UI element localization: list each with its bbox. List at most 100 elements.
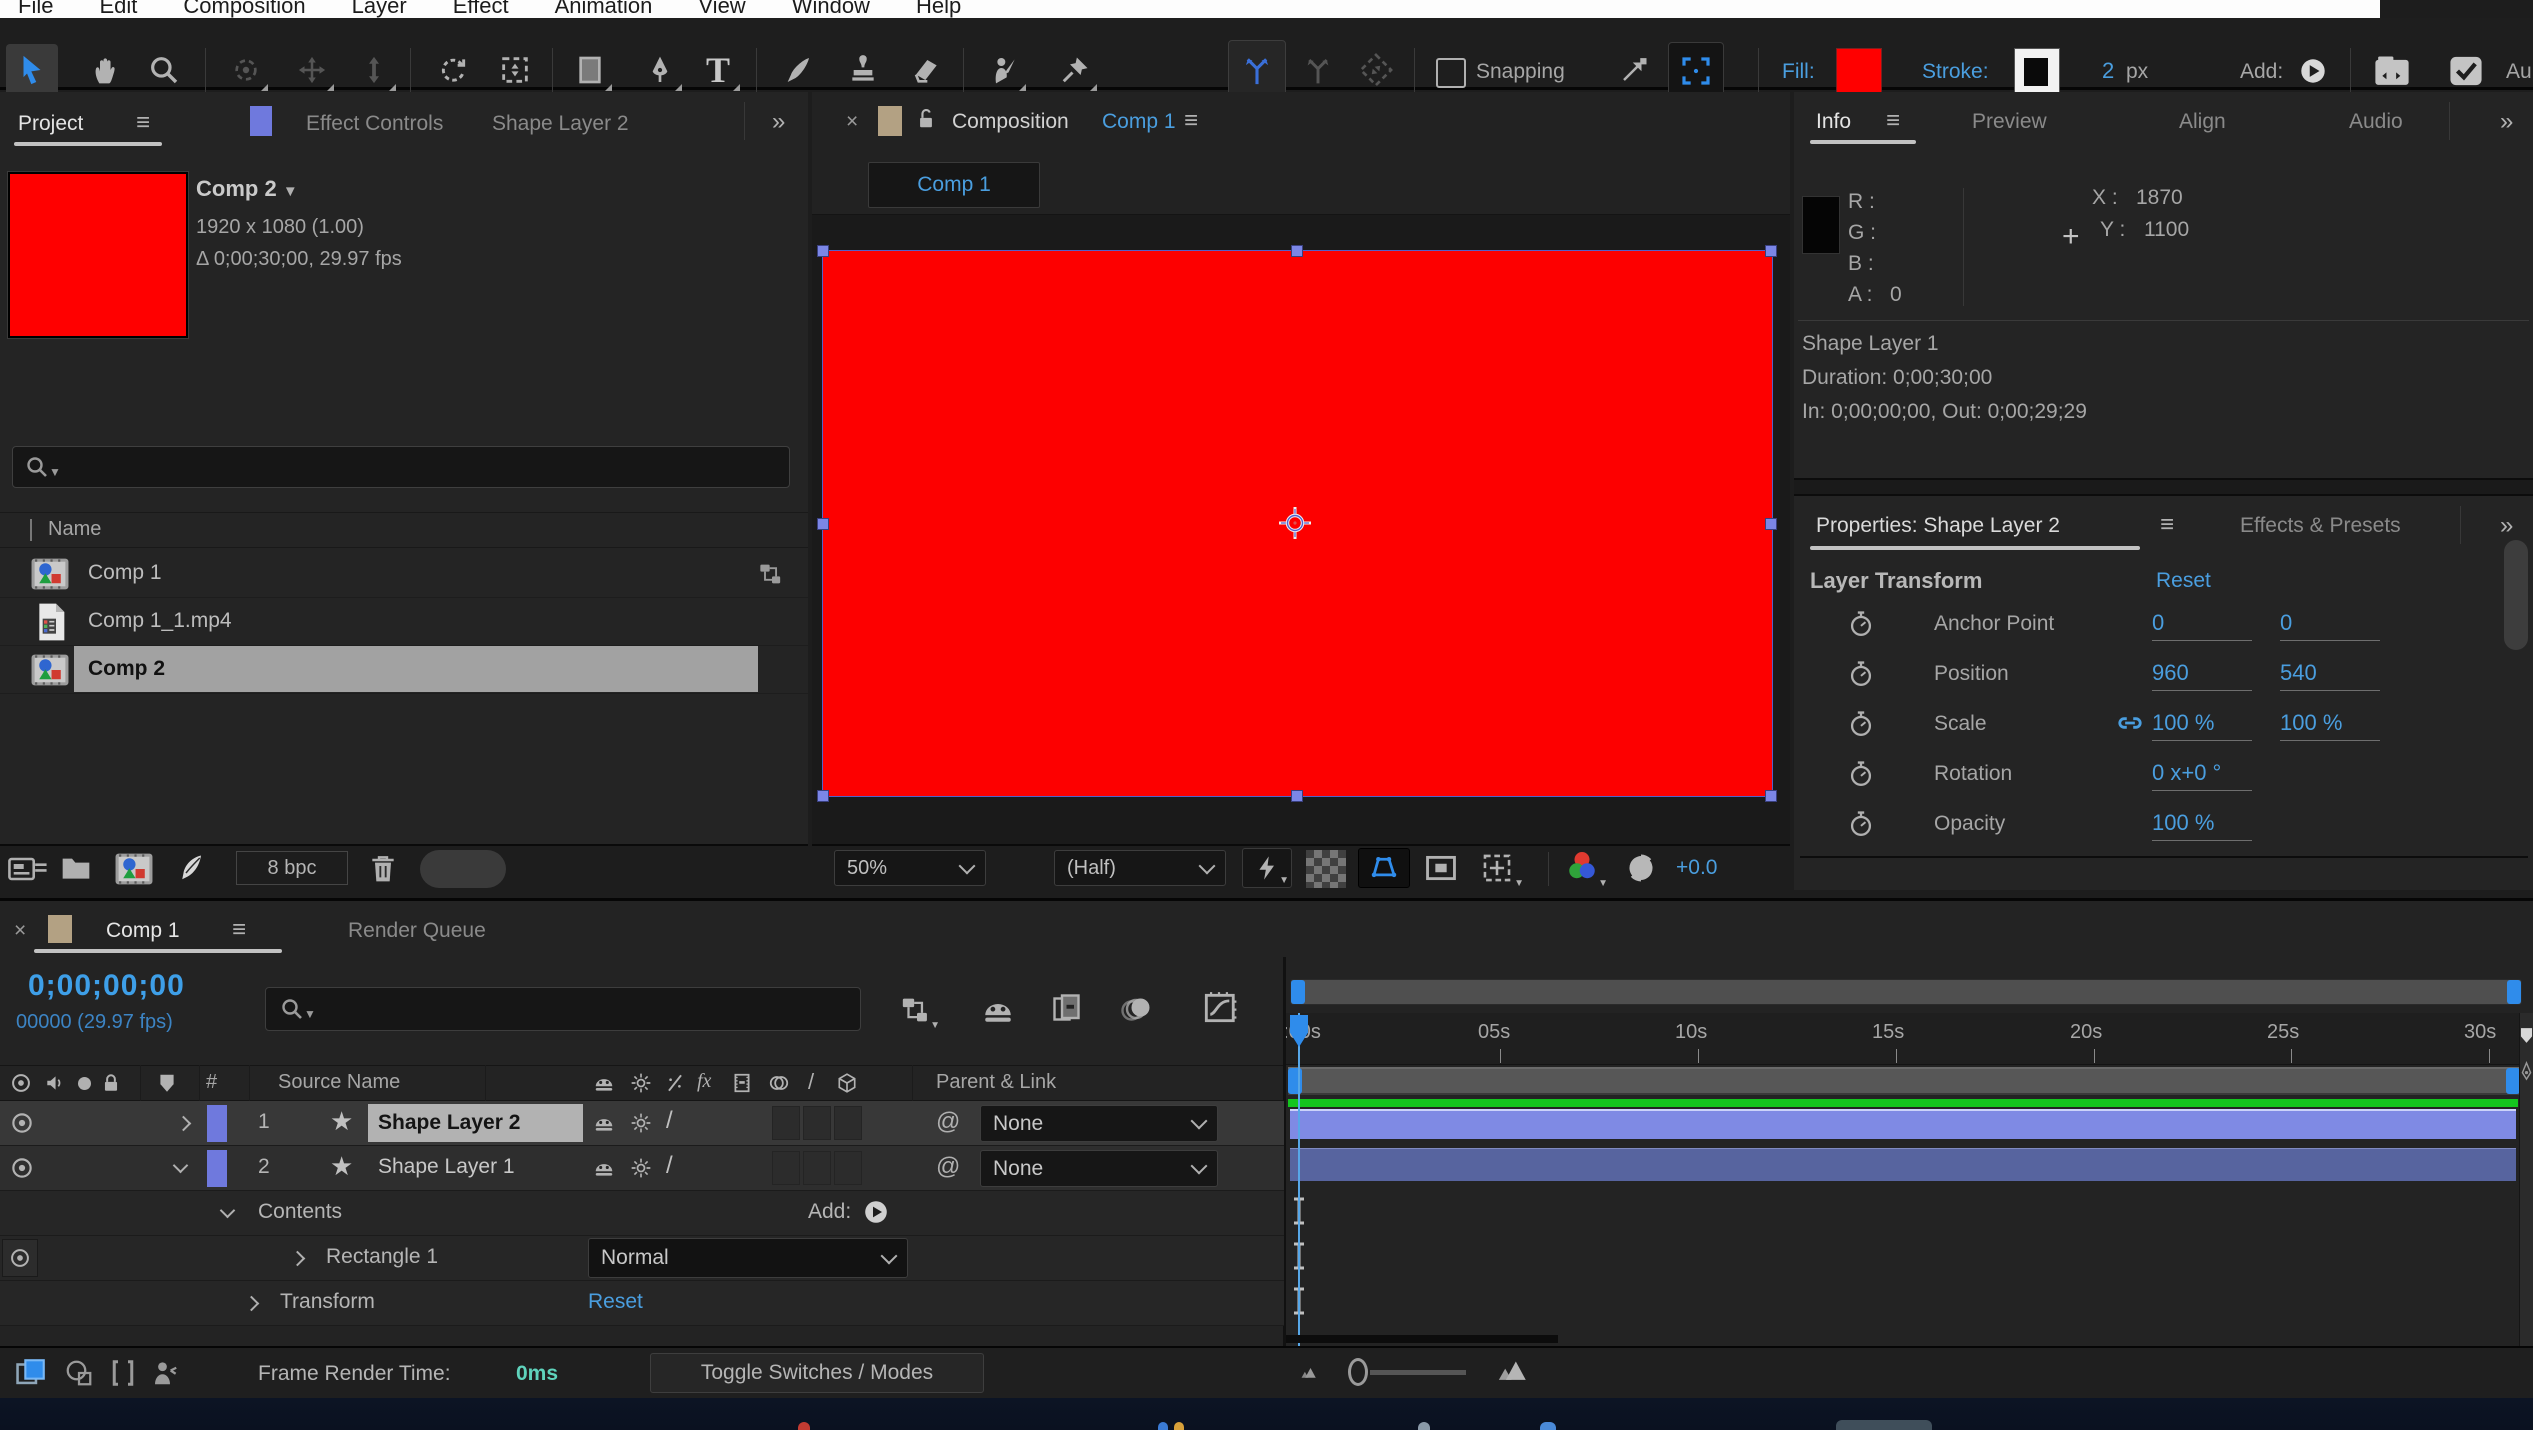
switch-cell[interactable] xyxy=(834,1151,862,1185)
menu-file[interactable]: File xyxy=(18,0,53,18)
project-preview-thumbnail[interactable] xyxy=(8,172,188,338)
anchor-point-icon[interactable] xyxy=(1278,506,1312,540)
time-ruler[interactable]: 0:00s 05s 10s 15s 20s 25s 30s xyxy=(1286,1013,2533,1065)
rectangle-label[interactable]: Rectangle 1 xyxy=(326,1245,438,1269)
taskbar-app-icon[interactable] xyxy=(1174,1422,1184,1430)
selection-handle[interactable] xyxy=(1765,790,1777,802)
project-item-label[interactable]: Comp 2 xyxy=(88,657,165,681)
work-area-end-handle[interactable] xyxy=(2506,1068,2520,1094)
stopwatch-icon[interactable] xyxy=(1848,710,1874,738)
trash-icon[interactable] xyxy=(368,852,398,884)
composition-panel-title[interactable]: Composition xyxy=(952,110,1069,134)
menu-layer[interactable]: Layer xyxy=(352,0,407,18)
panel-overflow-chevrons-icon[interactable]: » xyxy=(2500,108,2513,136)
draft-3d-icon[interactable] xyxy=(64,1358,94,1388)
selection-handle[interactable] xyxy=(817,245,829,257)
puppet-pin-tool-button[interactable] xyxy=(1049,44,1101,96)
shy-toggle-icon[interactable] xyxy=(593,1157,615,1179)
search-dropdown-arrow-icon[interactable]: ▼ xyxy=(49,465,61,479)
camera-null-tool-button[interactable] xyxy=(1350,44,1402,96)
expand-rectangle-icon[interactable] xyxy=(290,1251,306,1267)
selection-handle[interactable] xyxy=(817,518,829,530)
fill-label[interactable]: Fill: xyxy=(1782,60,1815,84)
stopwatch-icon[interactable] xyxy=(1848,760,1874,788)
rotation-tool-button[interactable] xyxy=(427,44,479,96)
orbit-camera-tool-button[interactable] xyxy=(220,44,272,96)
eraser-tool-button[interactable] xyxy=(900,44,952,96)
magnification-dropdown[interactable]: 50% xyxy=(834,850,986,886)
panel-overflow-chevrons-icon[interactable]: » xyxy=(2500,512,2513,540)
zoom-handle-left[interactable] xyxy=(1291,980,1305,1004)
zoom-out-mountain-icon[interactable] xyxy=(1300,1366,1318,1379)
comp-marker-icon[interactable] xyxy=(2520,1027,2533,1044)
snapping-checkbox[interactable] xyxy=(1436,58,1466,88)
layer-row-shape-layer-1[interactable]: 2 ★ Shape Layer 1 / @ None xyxy=(0,1146,1284,1191)
project-scrollbar-thumb[interactable] xyxy=(420,850,506,888)
timeline-zoom-knob[interactable] xyxy=(1348,1358,1368,1386)
panel-overflow-chevrons-icon[interactable]: » xyxy=(772,108,785,136)
timeline-hscrollbar[interactable] xyxy=(1286,1335,1558,1343)
menu-effect[interactable]: Effect xyxy=(453,0,509,18)
selection-handle[interactable] xyxy=(1291,790,1303,802)
parent-pickwhip-icon[interactable]: @ xyxy=(936,1108,960,1136)
parent-pickwhip-icon[interactable]: @ xyxy=(936,1153,960,1181)
dolly-camera-tool-button[interactable] xyxy=(348,44,400,96)
timeline-tab-close[interactable]: × xyxy=(14,919,26,943)
source-name-column-header[interactable]: Source Name xyxy=(278,1071,400,1094)
layer-row-shape-layer-2[interactable]: 1 ★ Shape Layer 2 / @ None xyxy=(0,1101,1284,1146)
contents-label[interactable]: Contents xyxy=(258,1200,342,1224)
properties-panel-menu-icon[interactable]: ≡ xyxy=(2160,511,2174,539)
eye-toggle-icon[interactable] xyxy=(10,1156,34,1180)
collapse-contents-icon[interactable] xyxy=(220,1203,236,1219)
taskbar-app-icon[interactable] xyxy=(1540,1422,1556,1430)
tab-preview[interactable]: Preview xyxy=(1972,110,2047,134)
layer-label-color-chip[interactable] xyxy=(207,1105,227,1142)
switch-cell[interactable] xyxy=(772,1106,800,1140)
hand-tool-button[interactable] xyxy=(80,44,132,96)
selection-tool-button[interactable] xyxy=(6,44,58,96)
property-value-y[interactable]: 0 xyxy=(2280,610,2380,641)
workspace-icon[interactable] xyxy=(2374,54,2410,88)
brush-tool-button[interactable] xyxy=(771,44,823,96)
layer-name-selected[interactable]: Shape Layer 2 xyxy=(368,1104,583,1142)
view-options-button[interactable]: ▼ xyxy=(1480,851,1514,885)
menu-composition[interactable]: Composition xyxy=(183,0,305,18)
taskbar-app-icon[interactable] xyxy=(1418,1422,1430,1430)
composition-panel-menu-icon[interactable]: ≡ xyxy=(1184,107,1198,135)
shy-person-icon[interactable] xyxy=(150,1358,180,1388)
property-value-x[interactable]: 0 xyxy=(2152,610,2252,641)
shy-toggle-icon[interactable] xyxy=(593,1112,615,1134)
pen-tool-button[interactable] xyxy=(634,44,686,96)
adjustment-quill-icon[interactable] xyxy=(176,853,206,883)
project-panel-menu-icon[interactable]: ≡ xyxy=(136,109,150,137)
layer-bar-shape-layer-2[interactable] xyxy=(1290,1109,2516,1139)
switch-cell[interactable] xyxy=(803,1106,831,1140)
tab-align[interactable]: Align xyxy=(2179,110,2226,134)
eye-cell[interactable] xyxy=(2,1239,38,1277)
frame-blending-icon[interactable] xyxy=(1050,991,1086,1027)
clone-stamp-tool-button[interactable] xyxy=(837,44,889,96)
tab-properties[interactable]: Properties: Shape Layer 2 xyxy=(1816,514,2060,538)
exposure-icon[interactable] xyxy=(1624,851,1658,885)
layer-bar-shape-layer-1[interactable] xyxy=(1290,1148,2516,1181)
tab-effect-controls[interactable]: Effect Controls xyxy=(306,112,443,136)
transform-reset-link[interactable]: Reset xyxy=(588,1290,643,1314)
tab-render-queue[interactable]: Render Queue xyxy=(348,919,486,943)
playhead-line[interactable] xyxy=(1298,1013,1300,1349)
transparency-grid-button[interactable] xyxy=(1306,850,1346,888)
switch-cell[interactable] xyxy=(834,1106,862,1140)
current-time-display[interactable]: 0;00;00;00 xyxy=(28,969,185,1003)
channel-select-button[interactable]: ▼ xyxy=(1564,849,1600,885)
stroke-label[interactable]: Stroke: xyxy=(1922,60,1989,84)
new-folder-icon[interactable] xyxy=(60,852,92,884)
selection-handle[interactable] xyxy=(1765,245,1777,257)
tab-info[interactable]: Info xyxy=(1816,110,1851,134)
frame-blending-toggle-icon[interactable] xyxy=(14,1356,48,1390)
add-play-icon[interactable] xyxy=(2300,58,2326,84)
motion-blur-icon[interactable] xyxy=(1118,991,1154,1027)
fill-color-swatch[interactable] xyxy=(1836,48,1882,98)
property-value[interactable]: 0 x+0 ° xyxy=(2152,760,2252,791)
menu-animation[interactable]: Animation xyxy=(555,0,653,18)
taskbar-app-icon[interactable] xyxy=(798,1422,810,1430)
timeline-tab-comp1[interactable]: Comp 1 xyxy=(106,919,180,943)
